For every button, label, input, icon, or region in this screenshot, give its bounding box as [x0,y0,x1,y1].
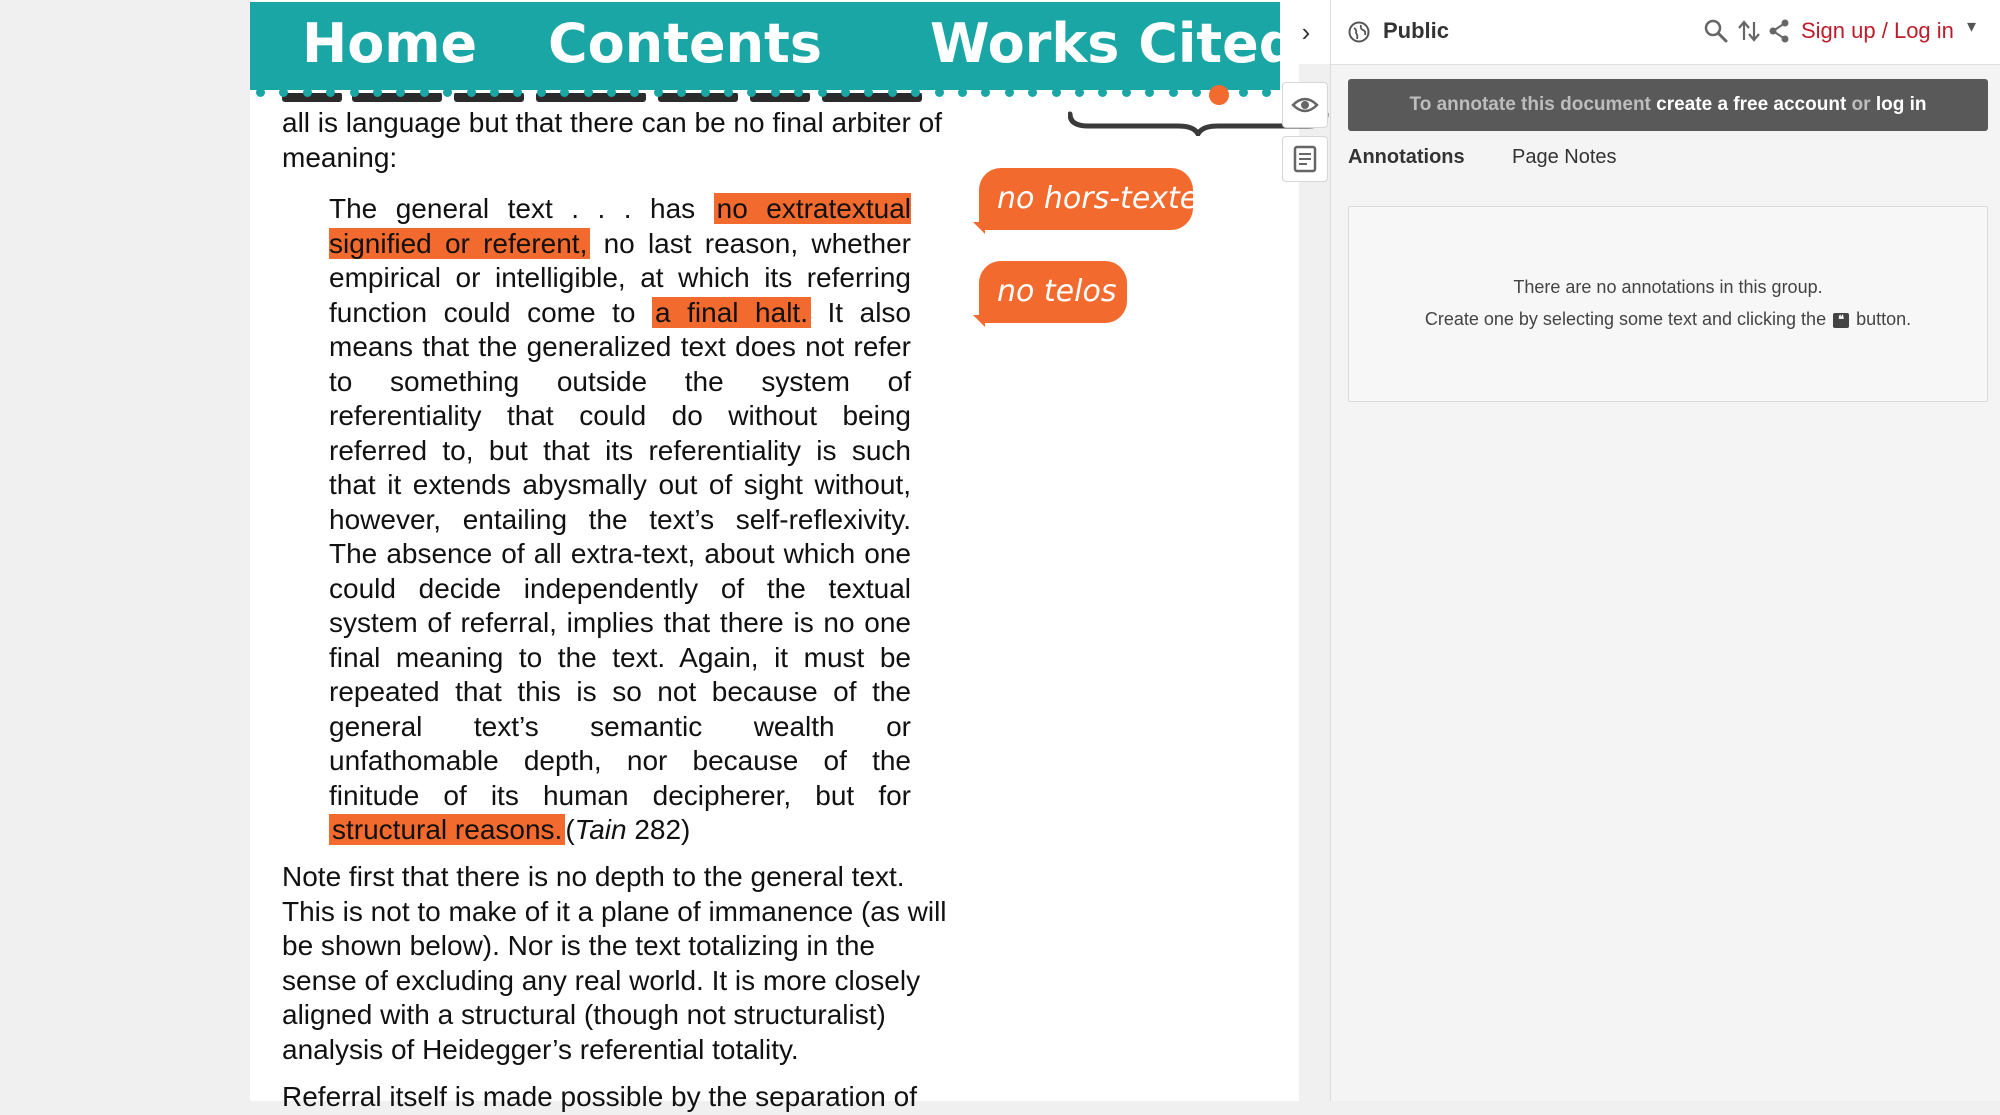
nav-border-dot [911,88,921,97]
nav-border-dot [724,88,733,97]
nav-border-dot [700,88,710,97]
nav-border-dot [1145,88,1155,97]
citation-page: 282) [626,814,691,845]
nav-border-dot [1004,88,1014,97]
nav-border-dot [887,88,897,97]
nav-border-dot [630,88,640,97]
nav-border-dot [396,88,406,97]
nav-border-dot [536,88,546,97]
nav-border-dot [817,88,827,97]
tab-page-notes[interactable]: Page Notes [1512,146,1617,169]
annotate-icon: ❝ [1833,312,1850,328]
nav-border-dot [1051,88,1061,97]
nav-border-dot [981,88,991,97]
share-icon[interactable] [1767,18,1791,44]
nav-border-dot [349,88,359,97]
nav-border-dot [443,88,453,97]
globe-icon [1348,21,1370,43]
nav-border-dot [794,88,804,97]
annotate-login-banner: To annotate this document create a free … [1348,79,1988,131]
empty-message: There are no annotations in this group. [1513,277,1823,297]
block-quote: The general text . . . has no extratextu… [329,192,911,848]
nav-border-dot [1075,88,1084,97]
nav-border-dot [864,88,874,97]
sort-icon[interactable] [1736,18,1762,44]
nav-works-cited-link[interactable]: Works Cited [930,12,1297,75]
nav-border-dot [677,88,687,97]
nav-border-dot [1262,88,1272,97]
sign-up-log-in-link[interactable]: Sign up / Log in [1801,18,1954,44]
nav-border-dot [490,88,499,97]
nav-border-dot [1028,88,1038,97]
quote-text: The general text . . . has [329,193,714,224]
nav-border-dot [1098,88,1108,97]
annotation-sidebar: Public Sign up / Log in ▾ To annotate th… [1330,0,2000,1101]
nav-border-dot [770,88,780,97]
nav-border-dot [326,88,336,97]
nav-border-dot [1121,88,1131,97]
group-name[interactable]: Public [1383,18,1449,44]
quote-citation: (Tain 282) [565,814,690,845]
nav-border-dot [653,88,663,97]
tab-annotations[interactable]: Annotations [1348,146,1465,169]
nav-border-dot [1192,88,1201,97]
create-account-link[interactable]: create a free account [1656,94,1846,115]
site-navigation-bar: Home Contents Works Cited [250,2,1297,93]
nav-border-dot [560,88,570,97]
margin-note-no-telos[interactable]: no telos [973,261,1127,327]
nav-border-dot [373,88,382,97]
nav-border-dot [958,88,967,97]
nav-border-dot [934,88,944,97]
empty-instructions-text: button. [1851,309,1912,329]
log-in-link[interactable]: log in [1876,94,1927,115]
nav-contents-link[interactable]: Contents [548,12,822,75]
nav-home-link[interactable]: Home [302,12,477,75]
nav-border-dot [513,88,523,97]
banner-text: or [1846,94,1876,115]
empty-instructions-text: Create one by selecting some text and cl… [1424,309,1832,329]
citation-open: ( [565,814,575,845]
paragraph-intro: all is language but that there can be no… [282,107,942,173]
nav-border-dot [1168,88,1178,97]
paragraph-after-quote: Note first that there is no depth to the… [282,861,947,1065]
nav-border-dot [1238,88,1248,97]
page-note-icon[interactable] [1282,136,1328,182]
eye-icon[interactable] [1282,82,1328,128]
banner-text: To annotate this document [1409,94,1657,115]
highlight-final-halt[interactable]: a final halt. [652,296,811,328]
nav-border-dot [466,88,476,97]
empty-instructions: Create one by selecting some text and cl… [1349,309,1987,330]
chevron-down-icon[interactable]: ▾ [1967,16,1976,37]
empty-annotations-panel: There are no annotations in this group. … [1348,206,1988,402]
nav-border-dot [747,88,757,97]
nav-border-dot [256,88,265,97]
paragraph-cut-off: Referral itself is made possible by the … [282,1081,917,1112]
search-icon[interactable] [1703,18,1729,44]
citation-title: Tain [574,814,627,845]
nav-border-dot [583,88,593,97]
sidebar-top-bar: Public Sign up / Log in ▾ [1331,0,2000,65]
nav-border-dot [841,88,850,97]
nav-border-dot [419,88,429,97]
quote-text: It also means that the generalized text … [329,296,912,811]
margin-note-no-hors-texte[interactable]: no hors-texte [973,168,1198,234]
nav-dotted-border [256,88,1286,100]
highlight-structural-reasons[interactable]: structural reasons. [329,814,566,845]
sidebar-collapse-button[interactable]: › [1282,0,1330,64]
nav-border-dot [607,88,616,97]
nav-border-dot [279,88,289,97]
nav-border-dot [302,88,312,97]
